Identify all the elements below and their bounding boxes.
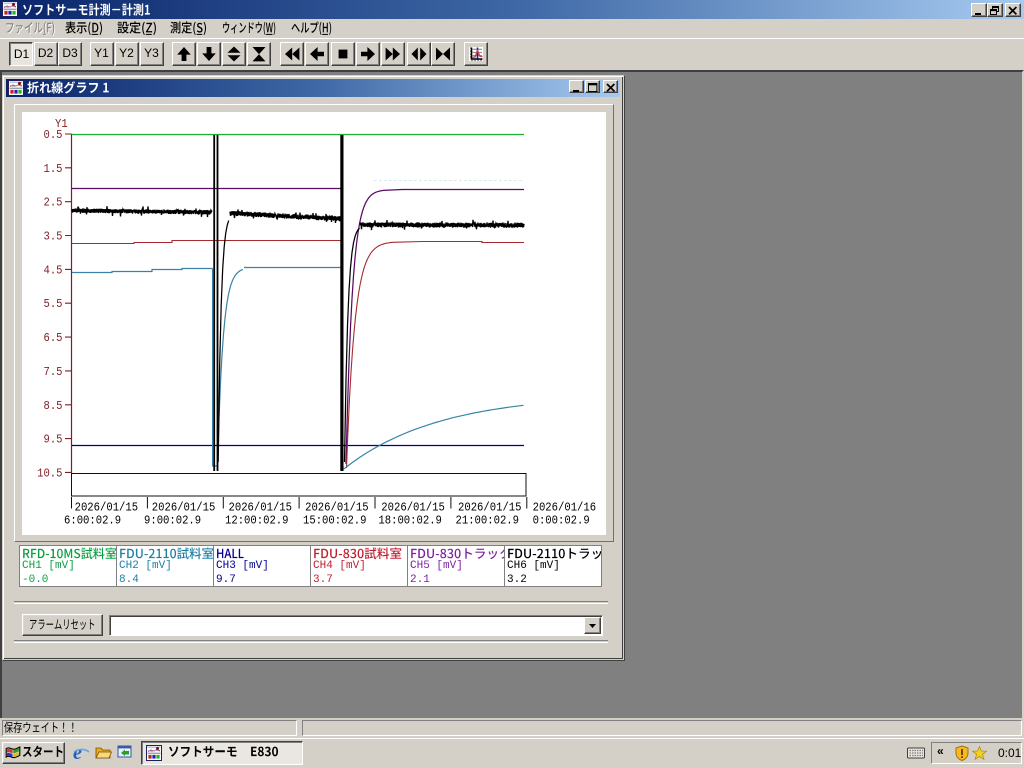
svg-text:0:00:02.9: 0:00:02.9 [533,514,590,528]
svg-text:3.5: 3.5 [44,230,63,244]
svg-text:2026/01/15: 2026/01/15 [152,501,216,515]
svg-text:12:00:02.9: 12:00:02.9 [225,514,289,528]
svg-text:10.5: 10.5 [37,466,62,480]
svg-text:2026/01/16: 2026/01/16 [533,501,597,515]
svg-text:9:00:02.9: 9:00:02.9 [144,514,201,528]
svg-text:18:00:02.9: 18:00:02.9 [378,514,442,528]
svg-text:6.5: 6.5 [44,331,63,345]
svg-text:6:00:02.9: 6:00:02.9 [64,514,121,528]
svg-text:2026/01/15: 2026/01/15 [75,501,139,515]
svg-text:2.5: 2.5 [44,196,63,210]
svg-text:2026/01/15: 2026/01/15 [458,501,522,515]
svg-text:15:00:02.9: 15:00:02.9 [303,514,367,528]
svg-text:1.5: 1.5 [44,162,63,176]
svg-text:Y1: Y1 [55,117,68,131]
svg-text:7.5: 7.5 [44,365,63,379]
svg-text:4.5: 4.5 [44,263,63,277]
svg-text:8.5: 8.5 [44,399,63,413]
svg-text:21:00:02.9: 21:00:02.9 [456,514,520,528]
svg-text:2026/01/15: 2026/01/15 [305,501,369,515]
svg-text:9.5: 9.5 [44,433,63,447]
svg-text:5.5: 5.5 [44,297,63,311]
svg-text:2026/01/15: 2026/01/15 [381,501,445,515]
svg-text:2026/01/15: 2026/01/15 [229,501,293,515]
